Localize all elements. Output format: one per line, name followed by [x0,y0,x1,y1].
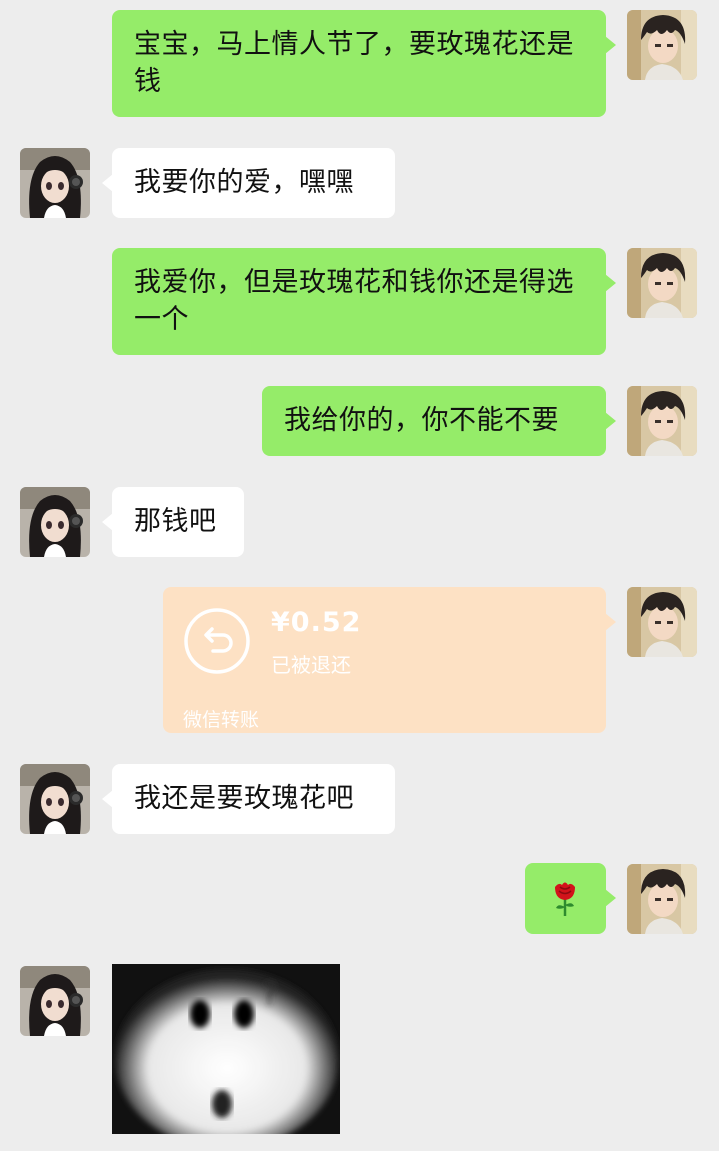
sent-message-bubble[interactable]: 我爱你，但是玫瑰花和钱你还是得选一个 [112,248,616,355]
chat-area[interactable]: 宝宝，马上情人节了，要玫瑰花还是钱 我要你的爱，嘿嘿 我爱你，但是玫瑰花和钱你还… [0,0,719,1151]
message-text: 那钱吧 [134,506,217,537]
message-text: 宝宝，马上情人节了，要玫瑰花还是钱 [134,29,574,97]
girl-avatar-icon[interactable] [20,148,90,218]
return-arrow-icon [184,608,250,674]
boy-avatar-icon[interactable] [627,587,697,657]
message-text: 我还是要玫瑰花吧 [134,783,354,814]
transfer-amount: ¥0.52 [271,607,362,638]
rose-emoji-bubble[interactable] [525,863,616,934]
girl-avatar-icon[interactable] [20,487,90,557]
transfer-status: 已被退还 [271,653,351,677]
received-message-bubble[interactable]: 我要你的爱，嘿嘿 [102,148,395,218]
transfer-label: 微信转账 [183,709,260,731]
received-message-bubble[interactable]: 那钱吧 [102,487,244,557]
panda-meme-sticker[interactable]: ? [112,964,340,1134]
received-message-bubble[interactable]: 我还是要玫瑰花吧 [102,764,395,834]
boy-avatar-icon[interactable] [627,248,697,318]
boy-avatar-icon[interactable] [627,864,697,934]
boy-avatar-icon[interactable] [627,386,697,456]
svg-text:?: ? [262,977,278,1012]
girl-avatar-icon[interactable] [20,764,90,834]
rose-icon [555,882,575,916]
message-text: 我爱你，但是玫瑰花和钱你还是得选一个 [134,267,574,335]
transfer-card[interactable]: ¥0.52 已被退还 微信转账 [163,587,616,733]
message-text: 我要你的爱，嘿嘿 [134,167,354,198]
sent-message-bubble[interactable]: 我给你的，你不能不要 [262,386,616,456]
boy-avatar-icon[interactable] [627,10,697,80]
message-text: 我给你的，你不能不要 [284,405,559,436]
sent-message-bubble[interactable]: 宝宝，马上情人节了，要玫瑰花还是钱 [112,10,616,117]
girl-avatar-icon[interactable] [20,966,90,1036]
